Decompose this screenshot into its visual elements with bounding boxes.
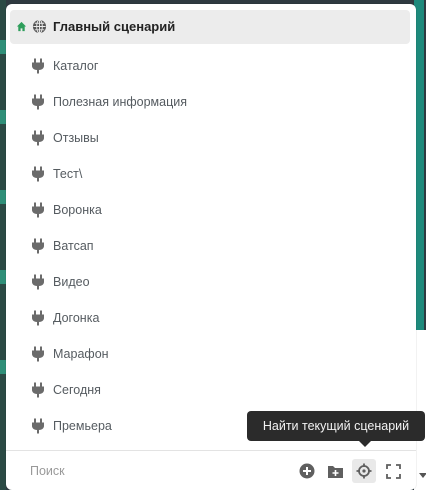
- tree-item-label: Каталог: [53, 59, 99, 73]
- plug-icon: [30, 58, 46, 74]
- footer-divider: [6, 450, 416, 451]
- plug-icon: [30, 238, 46, 254]
- fullscreen-button[interactable]: [381, 459, 405, 483]
- plug-icon: [30, 202, 46, 218]
- tooltip: Найти текущий сценарий: [247, 411, 425, 447]
- tree-item-label: Отзывы: [53, 131, 99, 145]
- plug-icon: [30, 418, 46, 434]
- add-folder-icon: [327, 465, 343, 478]
- tree-item-label: Догонка: [53, 311, 100, 325]
- tree-item[interactable]: Ватсап: [10, 228, 410, 264]
- tree-item-label: Марафон: [53, 347, 109, 361]
- tree-item-label: Сегодня: [53, 383, 101, 397]
- add-circle-icon: [299, 463, 315, 479]
- plug-icon: [30, 346, 46, 362]
- tree-item[interactable]: Воронка: [10, 192, 410, 228]
- find-current-scenario-button[interactable]: [352, 459, 376, 483]
- tree-item[interactable]: Отзывы: [10, 120, 410, 156]
- tree-item-label: Воронка: [53, 203, 102, 217]
- tree-item[interactable]: Тест\: [10, 156, 410, 192]
- plug-icon: [30, 382, 46, 398]
- tree-item-label: Полезная информация: [53, 95, 187, 109]
- tree-item-label: Тест\: [53, 167, 83, 181]
- tooltip-arrow: [359, 441, 371, 447]
- globe-icon: [32, 19, 47, 34]
- tree-item[interactable]: Полезная информация: [10, 84, 410, 120]
- tree-item-label: Премьера: [53, 419, 112, 433]
- tree-item[interactable]: Марафон: [10, 336, 410, 372]
- plug-icon: [30, 166, 46, 182]
- home-icon: [16, 21, 27, 32]
- plug-icon: [30, 310, 46, 326]
- search-input[interactable]: [28, 460, 232, 482]
- tree-item-label: Ватсап: [53, 239, 94, 253]
- plug-icon: [30, 274, 46, 290]
- fullscreen-icon: [385, 463, 401, 479]
- scroll-down-icon[interactable]: [419, 473, 426, 478]
- scenario-tree: Главный сценарий Каталог Полезная информа…: [10, 10, 410, 444]
- crosshair-icon: [356, 463, 372, 479]
- add-folder-button[interactable]: [323, 459, 347, 483]
- add-scenario-button[interactable]: [295, 459, 319, 483]
- tree-item-root[interactable]: Главный сценарий: [10, 10, 410, 44]
- tree-item[interactable]: Каталог: [10, 48, 410, 84]
- plug-icon: [30, 130, 46, 146]
- tree-item[interactable]: Догонка: [10, 300, 410, 336]
- tree-item-root-label: Главный сценарий: [53, 19, 176, 34]
- tooltip-text: Найти текущий сценарий: [262, 419, 410, 433]
- plug-icon: [30, 94, 46, 110]
- tree-item[interactable]: Видео: [10, 264, 410, 300]
- tree-item-label: Видео: [53, 275, 90, 289]
- tree-item[interactable]: Сегодня: [10, 372, 410, 408]
